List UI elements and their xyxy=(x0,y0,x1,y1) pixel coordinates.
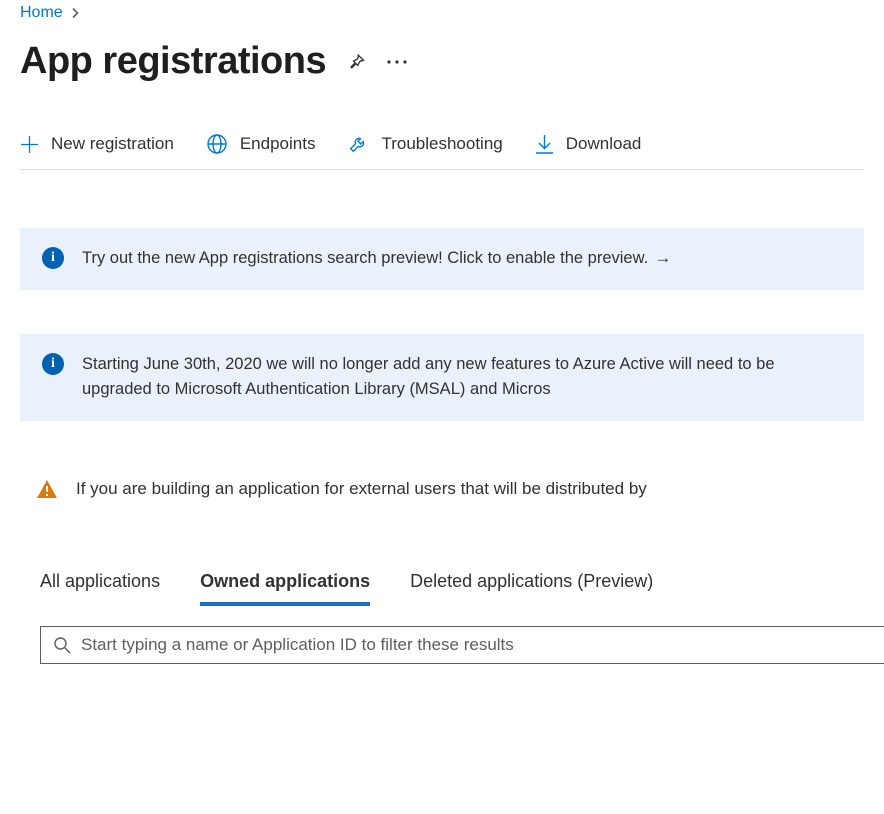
more-icon[interactable] xyxy=(386,59,408,65)
info-icon: i xyxy=(42,353,64,375)
pin-icon[interactable] xyxy=(346,52,366,72)
arrow-right-icon: → xyxy=(655,249,672,267)
chevron-right-icon xyxy=(71,6,81,21)
download-button[interactable]: Download xyxy=(535,134,642,155)
tab-deleted-applications[interactable]: Deleted applications (Preview) xyxy=(410,571,653,606)
preview-info-banner[interactable]: i Try out the new App registrations sear… xyxy=(20,228,864,290)
plus-icon xyxy=(20,135,39,154)
endpoints-button[interactable]: Endpoints xyxy=(206,133,316,155)
toolbar: New registration Endpoints Troubleshooti… xyxy=(20,133,864,170)
breadcrumb: Home xyxy=(20,4,864,22)
warning-icon xyxy=(36,479,58,499)
tab-owned-applications[interactable]: Owned applications xyxy=(200,571,370,606)
search-input[interactable] xyxy=(81,635,884,655)
endpoints-label: Endpoints xyxy=(240,134,316,154)
deprecation-info-banner: i Starting June 30th, 2020 we will no lo… xyxy=(20,334,864,421)
title-row: App registrations xyxy=(20,40,864,83)
info-icon: i xyxy=(42,247,64,269)
tab-all-applications[interactable]: All applications xyxy=(40,571,160,606)
warning-text: If you are building an application for e… xyxy=(76,479,647,499)
breadcrumb-home-link[interactable]: Home xyxy=(20,4,63,22)
warning-row: If you are building an application for e… xyxy=(36,479,864,499)
search-box[interactable] xyxy=(40,626,884,664)
troubleshooting-button[interactable]: Troubleshooting xyxy=(347,133,502,155)
globe-icon xyxy=(206,133,228,155)
new-registration-label: New registration xyxy=(51,134,174,154)
preview-info-text: Try out the new App registrations search… xyxy=(82,249,648,267)
download-label: Download xyxy=(566,134,642,154)
new-registration-button[interactable]: New registration xyxy=(20,134,174,154)
tabs: All applications Owned applications Dele… xyxy=(40,571,864,606)
deprecation-info-text: Starting June 30th, 2020 we will no long… xyxy=(82,352,842,403)
wrench-icon xyxy=(347,133,369,155)
page-title: App registrations xyxy=(20,40,326,83)
troubleshooting-label: Troubleshooting xyxy=(381,134,502,154)
download-icon xyxy=(535,134,554,155)
search-icon xyxy=(53,636,71,654)
